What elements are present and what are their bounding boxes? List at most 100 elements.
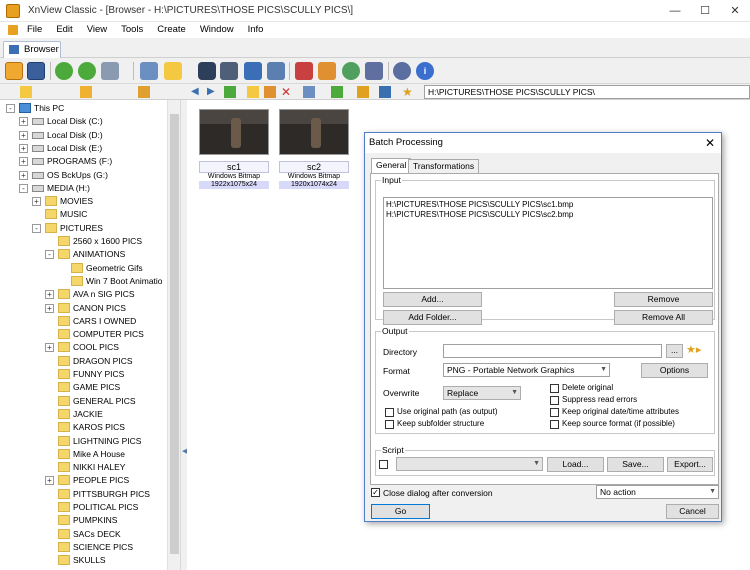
tree-item[interactable]: PITTSBURGH PICS (0, 488, 167, 501)
fullscreen-icon[interactable] (27, 62, 45, 80)
use-original-path-checkbox[interactable] (385, 408, 394, 417)
input-file-list[interactable]: H:\PICTURES\THOSE PICS\SCULLY PICS\sc1.b… (383, 197, 713, 289)
new-folder-icon[interactable] (247, 86, 259, 98)
script-select[interactable]: ▼ (396, 457, 543, 471)
expand-icon[interactable]: + (19, 130, 28, 140)
scan-icon[interactable] (244, 62, 262, 80)
refresh-icon[interactable] (55, 62, 73, 80)
input-file-entry[interactable]: H:\PICTURES\THOSE PICS\SCULLY PICS\sc1.b… (386, 200, 710, 210)
tree-item[interactable]: LIGHTNING PICS (0, 435, 167, 448)
up-folder-icon[interactable] (224, 86, 236, 98)
browser-icon[interactable] (5, 62, 23, 80)
keep-datetime-checkbox[interactable] (550, 408, 559, 417)
tree-item[interactable]: + Local Disk (C:) (0, 115, 167, 128)
pane-splitter[interactable]: ◀ (180, 100, 187, 570)
view-mode-icon[interactable] (303, 86, 315, 98)
dialog-close-icon[interactable]: ✕ (705, 133, 715, 153)
path-input[interactable]: H:\PICTURES\THOSE PICS\SCULLY PICS\ (424, 85, 750, 99)
slideshow-icon[interactable] (267, 62, 285, 80)
keep-source-format-checkbox[interactable] (550, 420, 559, 429)
tree-item[interactable]: + MOVIES (0, 195, 167, 208)
expand-icon[interactable]: + (19, 117, 28, 127)
overwrite-select[interactable]: Replace ▼ (443, 386, 521, 400)
menu-app-icon[interactable] (8, 25, 18, 35)
format-select[interactable]: PNG - Portable Network Graphics ▼ (443, 363, 610, 377)
browse-directory-button[interactable]: ... (666, 344, 683, 358)
tree-item[interactable]: JACKIE (0, 408, 167, 421)
tree-item[interactable]: - This PC (0, 102, 167, 115)
move-icon[interactable] (264, 86, 276, 98)
menu-file[interactable]: File (20, 22, 49, 38)
menu-view[interactable]: View (80, 22, 114, 38)
maximize-button[interactable]: ☐ (690, 0, 720, 22)
tree-item[interactable]: + PROGRAMS (F:) (0, 155, 167, 168)
collapse-icon[interactable]: - (32, 223, 41, 233)
load-script-button[interactable]: Load... (547, 457, 604, 472)
expand-icon[interactable]: + (19, 170, 28, 180)
close-window-button[interactable]: ✕ (720, 0, 750, 22)
tree-item[interactable]: + OS BckUps (G:) (0, 169, 167, 182)
options-button[interactable]: Options (641, 363, 708, 378)
forward-arrow-icon[interactable]: ▶ (207, 86, 219, 98)
tree-item[interactable]: SACs DECK (0, 528, 167, 541)
expand-icon[interactable]: + (45, 303, 54, 313)
remove-button[interactable]: Remove (614, 292, 713, 307)
go-button[interactable]: Go (371, 504, 430, 519)
input-file-entry[interactable]: H:\PICTURES\THOSE PICS\SCULLY PICS\sc2.b… (386, 210, 710, 220)
tree-item[interactable]: POLITICAL PICS (0, 501, 167, 514)
tree-item[interactable]: 2560 x 1600 PICS (0, 235, 167, 248)
sync-icon[interactable] (78, 62, 96, 80)
menu-tools[interactable]: Tools (114, 22, 150, 38)
thumbnail-image[interactable] (279, 109, 349, 155)
tree-item[interactable]: Win 7 Boot Animatio (0, 275, 167, 288)
collapse-icon[interactable]: - (45, 250, 54, 260)
tree-scrollbar-thumb[interactable] (170, 114, 179, 554)
tree-item[interactable]: + COOL PICS (0, 341, 167, 354)
filter-icon[interactable] (357, 86, 369, 98)
tree-item[interactable]: + CANON PICS (0, 302, 167, 315)
add-button[interactable]: Add... (383, 292, 482, 307)
menu-create[interactable]: Create (150, 22, 193, 38)
remove-all-button[interactable]: Remove All (614, 310, 713, 325)
tree-item[interactable]: Geometric Gifs (0, 262, 167, 275)
tree-item[interactable]: DRAGON PICS (0, 355, 167, 368)
contact-sheet-icon[interactable] (365, 62, 383, 80)
suppress-errors-checkbox[interactable] (550, 396, 559, 405)
close-after-conversion-checkbox[interactable]: ✓ (371, 488, 380, 497)
sort-icon[interactable] (331, 86, 343, 98)
tree-scrollbar[interactable] (167, 100, 180, 570)
save-script-button[interactable]: Save... (607, 457, 664, 472)
collapse-icon[interactable]: - (19, 183, 28, 193)
tab-transformations[interactable]: Transformations (408, 159, 480, 173)
back-arrow-icon[interactable]: ◀ (191, 86, 203, 98)
add-folder-button[interactable]: Add Folder... (383, 310, 482, 325)
tab-browser[interactable]: Browser (3, 41, 61, 58)
categories-tab-icon[interactable] (138, 86, 150, 98)
tree-item[interactable]: KAROS PICS (0, 421, 167, 434)
find-icon[interactable] (198, 62, 216, 80)
after-action-select[interactable]: No action ▼ (596, 485, 719, 499)
print-icon[interactable] (220, 62, 238, 80)
expand-icon[interactable]: + (45, 290, 54, 300)
minimize-button[interactable]: — (660, 0, 690, 22)
keep-subfolder-checkbox[interactable] (385, 420, 394, 429)
tree-item[interactable]: - MEDIA (H:) (0, 182, 167, 195)
help-icon[interactable] (379, 86, 391, 98)
expand-icon[interactable]: + (32, 197, 41, 207)
tree-item[interactable]: + AVA n SIG PICS (0, 288, 167, 301)
menu-info[interactable]: Info (241, 22, 271, 38)
tree-item[interactable]: + Local Disk (E:) (0, 142, 167, 155)
tree-item[interactable]: COMPUTER PICS (0, 328, 167, 341)
convert-icon[interactable] (318, 62, 336, 80)
tree-item[interactable]: NIKKI HALEY (0, 461, 167, 474)
open-icon[interactable] (140, 62, 158, 80)
tree-item[interactable]: + PEOPLE PICS (0, 474, 167, 487)
tree-item[interactable]: CARS I OWNED (0, 315, 167, 328)
tab-general[interactable]: General (371, 158, 412, 174)
menu-edit[interactable]: Edit (49, 22, 79, 38)
tree-item[interactable]: GAME PICS (0, 381, 167, 394)
expand-icon[interactable]: + (45, 343, 54, 353)
menu-window[interactable]: Window (193, 22, 241, 38)
tree-item[interactable]: SCIENCE PICS (0, 541, 167, 554)
tree-item[interactable]: - ANIMATIONS (0, 248, 167, 261)
